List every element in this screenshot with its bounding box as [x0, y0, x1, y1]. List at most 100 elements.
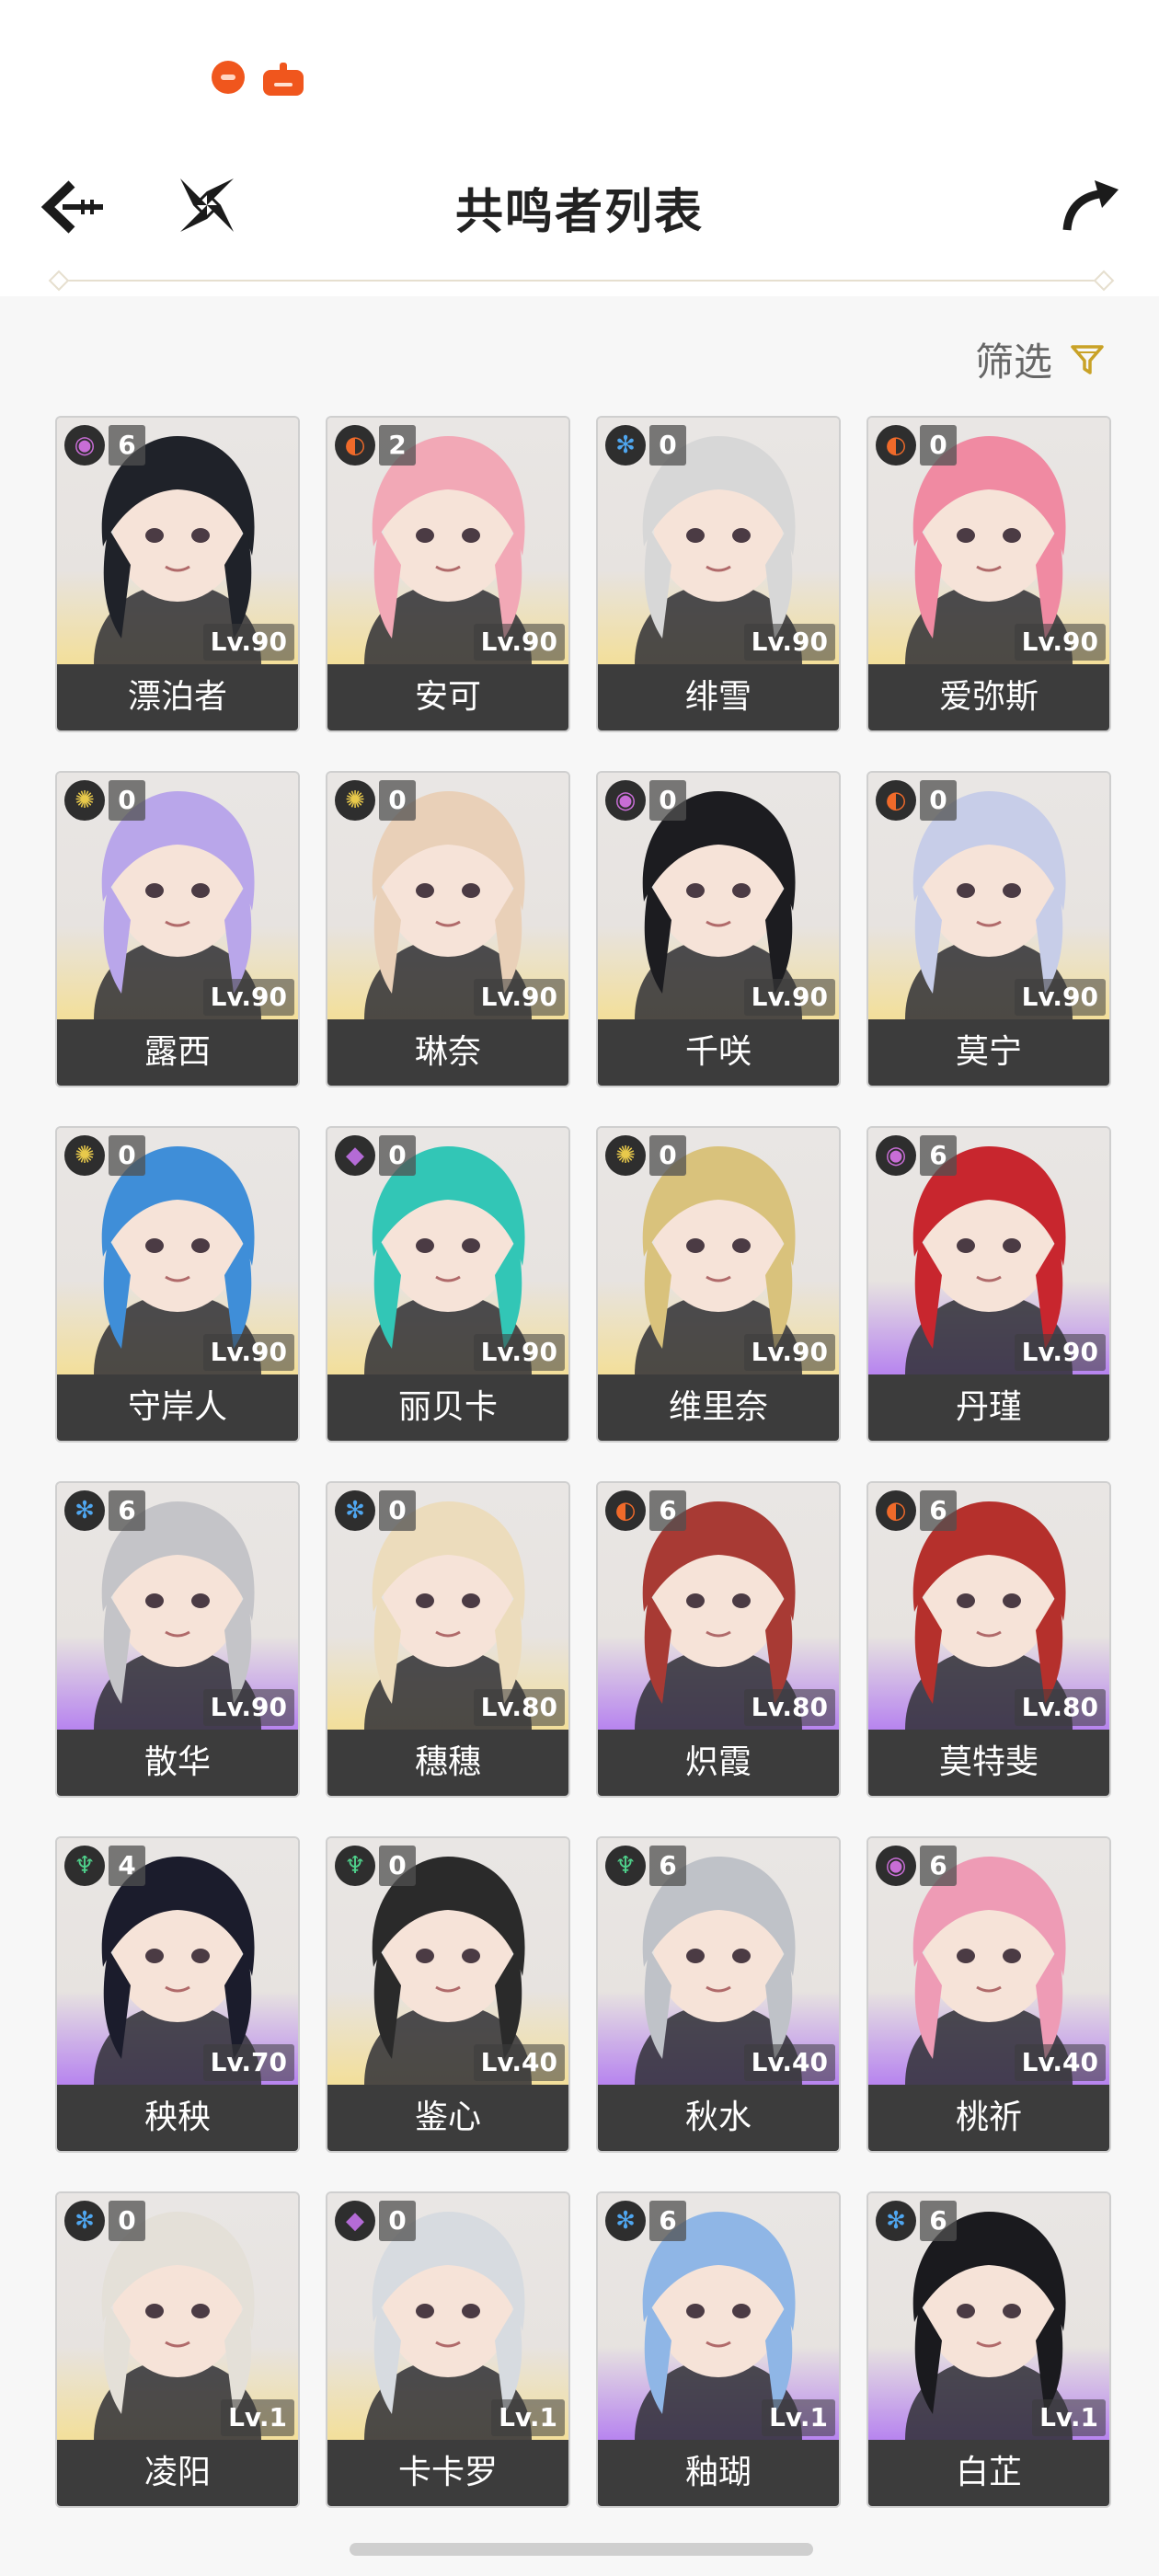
resonator-card[interactable]: ✺ 0 Lv.90 守岸人: [55, 1126, 300, 1443]
resonator-name: 漂泊者: [57, 664, 298, 730]
resonator-card[interactable]: ◆ 0 Lv.90 丽贝卡: [326, 1126, 570, 1443]
resonator-card[interactable]: ✻ 6 Lv.1 釉瑚: [596, 2191, 841, 2508]
notification-app-icon-2: [261, 61, 305, 98]
resonance-chain-count: 0: [649, 780, 686, 821]
resonance-chain-count: 0: [379, 1846, 416, 1886]
resonance-chain-count: 6: [920, 1135, 957, 1176]
resonator-name: 丹瑾: [868, 1374, 1109, 1441]
resonator-name: 琳奈: [327, 1019, 568, 1086]
level-label: Lv.90: [202, 1334, 294, 1371]
resonance-chain-count: 0: [109, 2201, 145, 2241]
resonator-card[interactable]: ✻ 0 Lv.80 穗穗: [326, 1481, 570, 1798]
resonator-card[interactable]: ♆ 4 Lv.70 秧秧: [55, 1836, 300, 2153]
glacio-element-icon: ✻: [335, 1490, 375, 1531]
resonance-chain-count: 0: [379, 1490, 416, 1531]
resonator-name: 卡卡罗: [327, 2440, 568, 2506]
fusion-element-icon: ◐: [605, 1490, 646, 1531]
resonator-name: 凌阳: [57, 2440, 298, 2506]
header: 共鸣者列表: [0, 138, 1159, 294]
level-label: Lv.90: [202, 624, 294, 661]
resonator-card[interactable]: ♆ 6 Lv.40 秋水: [596, 1836, 841, 2153]
resonator-card[interactable]: ✻ 0 Lv.90 绯雪: [596, 416, 841, 732]
status-bar: [0, 0, 1159, 138]
resonance-chain-count: 6: [109, 425, 145, 466]
level-label: Lv.80: [1014, 1689, 1106, 1726]
resonance-chain-count: 6: [649, 1846, 686, 1886]
resonator-name: 莫特斐: [868, 1730, 1109, 1796]
spectro-element-icon: ✺: [64, 780, 105, 821]
fusion-element-icon: ◐: [876, 1490, 916, 1531]
resonator-card[interactable]: ◐ 0 Lv.90 莫宁: [866, 771, 1111, 1087]
resonance-chain-count: 0: [920, 425, 957, 466]
resonator-name: 绯雪: [598, 664, 839, 730]
resonance-chain-count: 6: [649, 2201, 686, 2241]
resonator-list-area: 筛选 ◉ 6 Lv.90 漂泊者 ◐ 2 Lv.90 安可 ✻ 0 Lv.90 绯雪 ◐ 0 Lv.90 爱弥…: [0, 296, 1159, 2576]
resonator-name: 鉴心: [327, 2085, 568, 2151]
resonator-card[interactable]: ✺ 0 Lv.90 琳奈: [326, 771, 570, 1087]
fusion-element-icon: ◐: [876, 780, 916, 821]
resonator-card[interactable]: ◉ 0 Lv.90 千咲: [596, 771, 841, 1087]
resonator-card[interactable]: ✺ 0 Lv.90 露西: [55, 771, 300, 1087]
level-label: Lv.90: [473, 1334, 565, 1371]
spectro-element-icon: ✺: [335, 780, 375, 821]
notification-app-icon: [212, 61, 245, 94]
level-label: Lv.1: [491, 2399, 565, 2436]
resonator-card[interactable]: ◉ 6 Lv.90 丹瑾: [866, 1126, 1111, 1443]
resonator-card[interactable]: ✻ 6 Lv.90 散华: [55, 1481, 300, 1798]
resonator-name: 秧秧: [57, 2085, 298, 2151]
resonance-chain-count: 6: [649, 1490, 686, 1531]
resonator-name: 维里奈: [598, 1374, 839, 1441]
level-label: Lv.90: [473, 624, 565, 661]
level-label: Lv.90: [1014, 624, 1106, 661]
resonator-card[interactable]: ◐ 6 Lv.80 莫特斐: [866, 1481, 1111, 1798]
resonator-name: 釉瑚: [598, 2440, 839, 2506]
level-label: Lv.70: [202, 2044, 294, 2081]
resonator-card[interactable]: ◉ 6 Lv.40 桃祈: [866, 1836, 1111, 2153]
resonance-chain-count: 0: [109, 1135, 145, 1176]
resonator-card[interactable]: ✻ 0 Lv.1 凌阳: [55, 2191, 300, 2508]
resonance-chain-count: 0: [379, 1135, 416, 1176]
resonator-card[interactable]: ◆ 0 Lv.1 卡卡罗: [326, 2191, 570, 2508]
resonator-card[interactable]: ♆ 0 Lv.40 鉴心: [326, 1836, 570, 2153]
glacio-element-icon: ✻: [64, 1490, 105, 1531]
glacio-element-icon: ✻: [605, 425, 646, 466]
resonator-name: 爱弥斯: [868, 664, 1109, 730]
resonator-name: 千咲: [598, 1019, 839, 1086]
aero-element-icon: ♆: [64, 1846, 105, 1886]
header-divider: [57, 280, 1104, 282]
level-label: Lv.40: [473, 2044, 565, 2081]
resonator-name: 露西: [57, 1019, 298, 1086]
electro-element-icon: ◉: [876, 1135, 916, 1176]
resonance-chain-count: 0: [379, 780, 416, 821]
level-label: Lv.90: [743, 979, 835, 1016]
resonator-card[interactable]: ✻ 6 Lv.1 白芷: [866, 2191, 1111, 2508]
resonator-card[interactable]: ◐ 6 Lv.80 炽霞: [596, 1481, 841, 1798]
level-label: Lv.80: [743, 1689, 835, 1726]
level-label: Lv.90: [202, 979, 294, 1016]
glacio-element-icon: ✻: [876, 2201, 916, 2241]
level-label: Lv.1: [762, 2399, 835, 2436]
resonance-chain-count: 0: [649, 1135, 686, 1176]
resonator-name: 丽贝卡: [327, 1374, 568, 1441]
resonator-name: 穗穗: [327, 1730, 568, 1796]
glacio-element-icon: ✻: [64, 2201, 105, 2241]
resonator-card[interactable]: ◐ 2 Lv.90 安可: [326, 416, 570, 732]
home-indicator[interactable]: [350, 2543, 813, 2556]
resonance-chain-count: 6: [109, 1490, 145, 1531]
fusion-element-icon: ◐: [335, 425, 375, 466]
spectro-element-icon: ✺: [605, 1135, 646, 1176]
level-label: Lv.90: [1014, 979, 1106, 1016]
resonator-name: 炽霞: [598, 1730, 839, 1796]
level-label: Lv.1: [221, 2399, 294, 2436]
resonator-card[interactable]: ◐ 0 Lv.90 爱弥斯: [866, 416, 1111, 732]
level-label: Lv.90: [743, 624, 835, 661]
share-arrow-icon[interactable]: [1058, 173, 1122, 237]
resonator-card[interactable]: ✺ 0 Lv.90 维里奈: [596, 1126, 841, 1443]
level-label: Lv.1: [1032, 2399, 1106, 2436]
resonator-name: 安可: [327, 664, 568, 730]
resonator-card[interactable]: ◉ 6 Lv.90 漂泊者: [55, 416, 300, 732]
filter-button[interactable]: 筛选: [975, 331, 1106, 387]
resonator-name: 散华: [57, 1730, 298, 1796]
level-label: Lv.40: [1014, 2044, 1106, 2081]
resonator-name: 守岸人: [57, 1374, 298, 1441]
